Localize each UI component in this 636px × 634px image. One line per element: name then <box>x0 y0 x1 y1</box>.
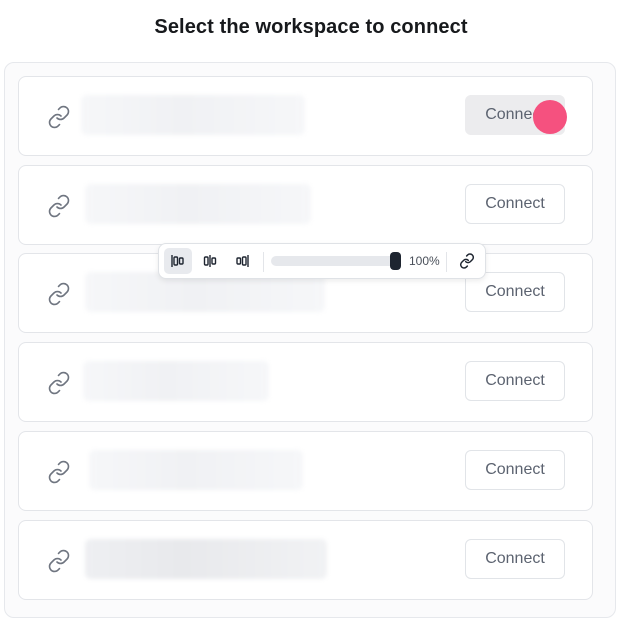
workspace-name-redacted <box>89 450 303 490</box>
connect-button[interactable]: Connect <box>465 539 565 579</box>
connect-button[interactable]: Connect <box>465 184 565 224</box>
align-center-button[interactable] <box>196 248 224 274</box>
workspace-row: Connect <box>18 76 593 156</box>
cursor-indicator <box>533 100 567 134</box>
link-icon <box>48 549 70 573</box>
align-left-icon <box>171 255 184 267</box>
link-icon <box>48 194 70 218</box>
link-icon <box>48 460 70 484</box>
link-icon <box>48 105 70 129</box>
connect-button[interactable]: Connect <box>465 361 565 401</box>
align-right-icon <box>236 255 249 267</box>
align-left-button[interactable] <box>164 248 192 274</box>
link-icon <box>48 282 70 306</box>
workspace-row: Connect <box>18 431 593 511</box>
link-button[interactable] <box>453 248 481 274</box>
workspace-name-redacted <box>85 539 327 579</box>
link-icon <box>459 253 475 269</box>
workspace-name-redacted <box>81 95 305 135</box>
link-icon <box>48 371 70 395</box>
align-center-icon <box>203 255 217 267</box>
workspace-row: Connect <box>18 342 593 422</box>
align-right-button[interactable] <box>228 248 256 274</box>
workspace-name-redacted <box>85 184 311 224</box>
zoom-slider-handle[interactable] <box>390 252 401 270</box>
workspace-name-redacted <box>83 361 269 401</box>
connect-button[interactable]: Connect <box>465 450 565 490</box>
zoom-slider[interactable] <box>271 256 397 266</box>
zoom-level: 100% <box>409 254 440 268</box>
floating-toolbar: 100% <box>158 243 486 279</box>
toolbar-divider <box>263 252 264 272</box>
toolbar-divider <box>446 252 447 272</box>
workspace-row: Connect <box>18 520 593 600</box>
page-title: Select the workspace to connect <box>154 16 468 38</box>
workspace-row: Connect <box>18 165 593 245</box>
